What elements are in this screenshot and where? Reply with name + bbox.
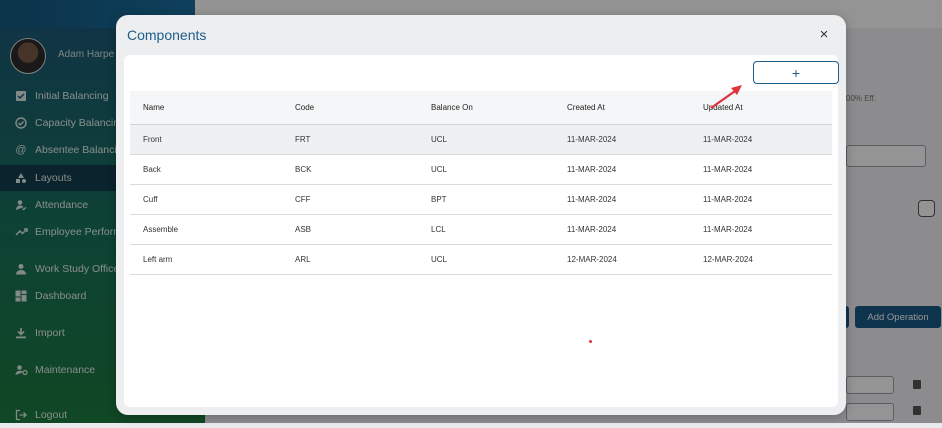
cell-updated-at: 11-MAR-2024 xyxy=(690,124,832,155)
cell-created-at: 11-MAR-2024 xyxy=(554,184,690,215)
table-row[interactable]: Front FRT UCL 11-MAR-2024 11-MAR-2024 xyxy=(130,124,832,155)
cell-updated-at: 12-MAR-2024 xyxy=(690,244,832,275)
column-header-created-at[interactable]: Created At xyxy=(554,91,690,125)
cell-name: Cuff xyxy=(130,184,282,215)
add-component-button[interactable]: + xyxy=(753,61,839,84)
cell-code: CFF xyxy=(282,184,418,215)
components-dialog: Components × + Name Code Balance On Crea… xyxy=(116,15,846,415)
cell-code: FRT xyxy=(282,124,418,155)
column-header-name[interactable]: Name xyxy=(130,91,282,125)
cell-created-at: 11-MAR-2024 xyxy=(554,214,690,245)
cell-name: Back xyxy=(130,154,282,185)
cell-code: ASB xyxy=(282,214,418,245)
table-row[interactable]: Assemble ASB LCL 11-MAR-2024 11-MAR-2024 xyxy=(130,214,832,245)
cell-code: ARL xyxy=(282,244,418,275)
cell-balance-on: BPT xyxy=(418,184,554,215)
column-header-balance-on[interactable]: Balance On xyxy=(418,91,554,125)
cell-updated-at: 11-MAR-2024 xyxy=(690,154,832,185)
annotation-arrow-icon xyxy=(710,85,742,109)
cell-balance-on: UCL xyxy=(418,244,554,275)
cell-name: Left arm xyxy=(130,244,282,275)
cell-name: Front xyxy=(130,124,282,155)
cell-updated-at: 11-MAR-2024 xyxy=(690,214,832,245)
close-button[interactable]: × xyxy=(816,25,832,43)
cell-created-at: 12-MAR-2024 xyxy=(554,244,690,275)
table-row[interactable]: Left arm ARL UCL 12-MAR-2024 12-MAR-2024 xyxy=(130,244,832,275)
cell-updated-at: 11-MAR-2024 xyxy=(690,184,832,215)
cell-created-at: 11-MAR-2024 xyxy=(554,124,690,155)
cell-balance-on: UCL xyxy=(418,154,554,185)
cell-code: BCK xyxy=(282,154,418,185)
table-row[interactable]: Back BCK UCL 11-MAR-2024 11-MAR-2024 xyxy=(130,154,832,185)
cell-balance-on: LCL xyxy=(418,214,554,245)
annotation-dot xyxy=(589,340,592,343)
cell-balance-on: UCL xyxy=(418,124,554,155)
cell-created-at: 11-MAR-2024 xyxy=(554,154,690,185)
dialog-title: Components xyxy=(127,27,207,43)
column-header-code[interactable]: Code xyxy=(282,91,418,125)
cell-name: Assemble xyxy=(130,214,282,245)
table-row[interactable]: Cuff CFF BPT 11-MAR-2024 11-MAR-2024 xyxy=(130,184,832,215)
components-table: Name Code Balance On Created At Updated … xyxy=(130,91,832,275)
